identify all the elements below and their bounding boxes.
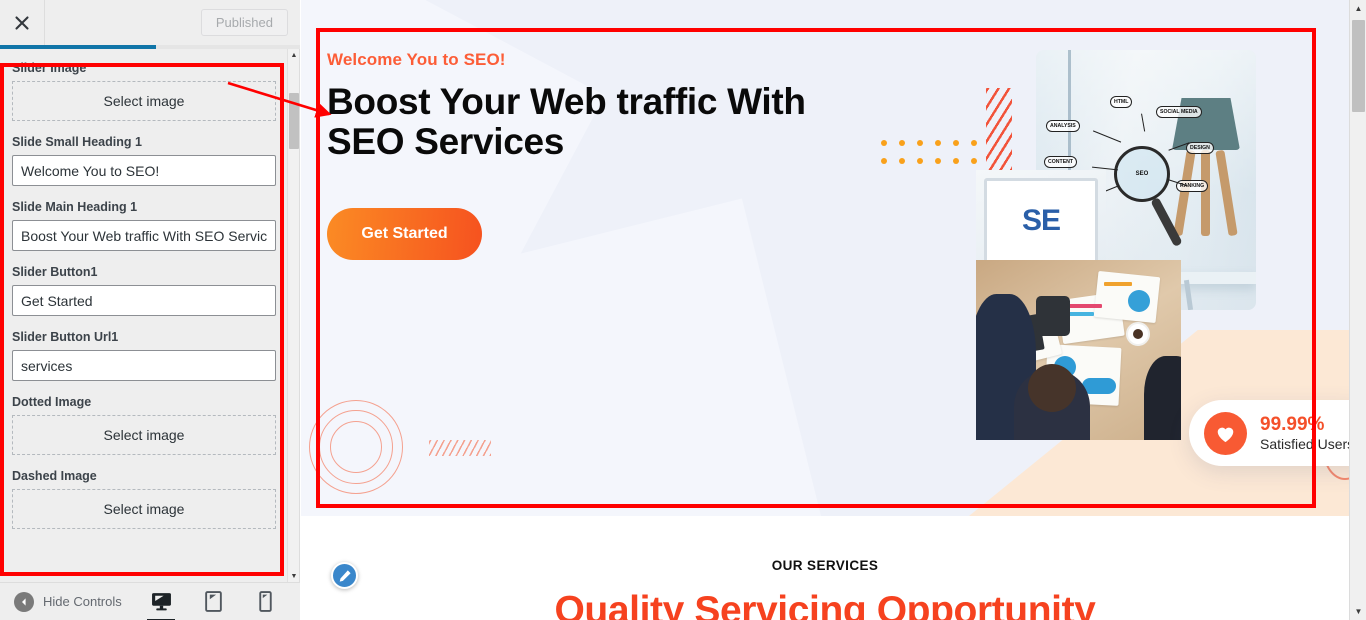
field-dotted-image: Dotted Image Select image [12,395,276,455]
field-dashed-image: Dashed Image Select image [12,469,276,529]
desk-leg [1183,279,1194,310]
badge-caption: Satisfied Users [1260,435,1349,452]
hero-inner: Welcome You to SEO! Boost Your Web traff… [301,0,1349,516]
hide-controls-label: Hide Controls [43,594,122,609]
services-title: Quality Servicing Opportunity [554,589,1096,620]
seo-node-ranking: RANKING [1176,180,1209,192]
seo-node-html: HTML [1110,96,1133,108]
hide-controls-button[interactable]: Hide Controls [0,591,122,612]
seo-connector [1092,130,1122,143]
field-slider-button-1: Slider Button1 [12,265,276,316]
preview-scroll-thumb[interactable] [1352,20,1365,112]
select-image-button[interactable]: Select image [12,415,276,455]
monitor-screen: SE [984,178,1098,264]
site-preview-frame[interactable]: Welcome You to SEO! Boost Your Web traff… [301,0,1349,620]
field-label: Slide Small Heading 1 [12,135,142,149]
badge-percent: 99.99% [1260,413,1325,435]
satisfied-users-badge: 99.99% Satisfied Users [1189,400,1349,466]
field-slider-image: Slider Image Select image [12,61,276,121]
badge-text: 99.99% Satisfied Users [1260,414,1349,453]
concentric-circles-decoration [309,400,405,496]
field-label: Slider Button Url1 [12,330,119,344]
customizer-footer: Hide Controls [0,582,300,620]
seo-connector [1140,113,1146,132]
preview-scrollbar[interactable]: ▲ ▼ [1349,0,1366,620]
field-label: Slider Button1 [12,265,98,279]
slider-button-input[interactable] [12,285,276,316]
field-label: Dotted Image [12,395,92,409]
sidebar-scroll-thumb[interactable] [289,93,299,149]
get-started-button[interactable]: Get Started [327,207,482,260]
services-section: OUR SERVICES Quality Servicing Opportuni… [301,516,1349,620]
customizer-sidebar: Published Slider Image Select image Slid… [0,0,300,620]
heart-icon [1204,411,1247,455]
hero-title: Boost Your Web traffic With SEO Services [327,81,806,162]
slide-small-heading-input[interactable] [12,155,276,186]
edit-pencil-icon[interactable] [331,562,358,589]
hatch-decoration [429,440,491,456]
seo-center-label: SEO [1135,171,1149,177]
scroll-up-arrow-icon[interactable]: ▲ [1350,0,1366,17]
device-mobile-icon[interactable] [250,587,280,617]
customizer-fields-panel[interactable]: Slider Image Select image Slide Small He… [0,49,288,582]
sidebar-scrollbar[interactable]: ▲ ▼ [287,49,299,582]
lamp-legs [1173,149,1238,237]
seo-node-content: CONTENT [1044,156,1078,168]
seo-node-social-media: SOCIAL MEDIA [1156,106,1202,118]
publish-button[interactable]: Published [200,9,288,36]
slide-main-heading-input[interactable] [12,220,276,251]
hero-slider-section: Welcome You to SEO! Boost Your Web traff… [301,0,1349,516]
seo-node-analysis: ANALYSIS [1046,120,1080,132]
scroll-down-arrow-icon[interactable]: ▼ [1350,603,1366,620]
field-slide-main-heading-1: Slide Main Heading 1 [12,200,276,251]
scroll-up-arrow-icon[interactable]: ▲ [288,49,300,61]
scroll-down-arrow-icon[interactable]: ▼ [288,570,300,582]
monitor-screen-text: SE [1021,204,1061,237]
field-slider-button-url-1: Slider Button Url1 [12,330,276,381]
field-label: Dashed Image [12,469,97,483]
select-image-button[interactable]: Select image [12,81,276,121]
hero-image-collage: SEO ANALYSIS HTML SOCIAL MEDIA DESIGN CO… [961,10,1291,440]
hero-eyebrow: Welcome You to SEO! [327,50,506,69]
field-label: Slide Main Heading 1 [12,200,138,214]
field-slide-small-heading-1: Slide Small Heading 1 [12,135,276,186]
device-tablet-icon[interactable] [198,587,228,617]
customizer-header: Published [0,0,300,45]
collapse-arrow-icon [14,591,34,612]
slider-button-url-input[interactable] [12,350,276,381]
hero-copy: Welcome You to SEO! Boost Your Web traff… [327,50,887,260]
field-label: Slider Image [12,61,87,75]
device-preview-switcher [146,587,300,620]
device-desktop-icon[interactable] [146,587,176,620]
customizer-screen: Published Slider Image Select image Slid… [0,0,1366,620]
hero-photo-meeting [976,260,1181,440]
select-image-button[interactable]: Select image [12,489,276,529]
services-eyebrow: OUR SERVICES [771,558,879,573]
seo-node-design: DESIGN [1186,142,1214,154]
close-x-icon[interactable] [0,0,45,45]
